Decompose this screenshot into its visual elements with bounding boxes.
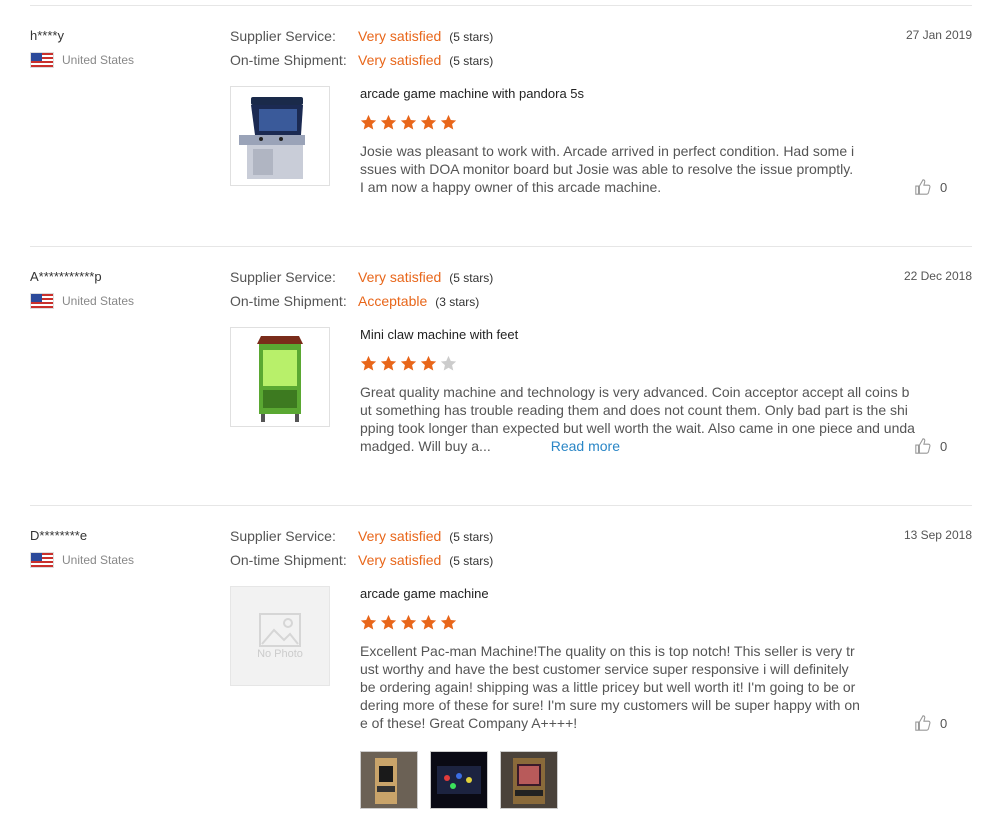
us-flag-icon <box>30 552 54 568</box>
like-count: 0 <box>940 438 948 454</box>
shipment-stars: (5 stars) <box>449 554 494 568</box>
supplier-service-row: Supplier Service: Very satisfied (5 star… <box>230 528 493 544</box>
shipment-stars: (5 stars) <box>449 54 494 68</box>
product-title[interactable]: Mini claw machine with feet <box>360 327 518 342</box>
arcade-photo-image <box>361 752 417 808</box>
country-name: United States <box>62 294 135 308</box>
star-filled-icon <box>400 114 417 130</box>
shipment-row: On-time Shipment: Very satisfied (5 star… <box>230 552 493 568</box>
like-button[interactable]: 0 <box>914 178 947 196</box>
star-filled-icon <box>360 355 377 371</box>
read-more-link[interactable]: Read more <box>551 438 620 454</box>
supplier-service-label: Supplier Service: <box>230 269 336 285</box>
like-button[interactable]: 0 <box>914 437 947 455</box>
review-text-body: Great quality machine and technology is … <box>360 384 915 454</box>
arcade-screen-image <box>501 752 557 808</box>
shipment-row: On-time Shipment: Acceptable (3 stars) <box>230 293 479 309</box>
review-text: Excellent Pac-man Machine!The quality on… <box>360 643 860 731</box>
image-placeholder-icon <box>259 613 301 647</box>
shipment-label: On-time Shipment: <box>230 293 347 309</box>
star-filled-icon <box>360 114 377 130</box>
supplier-service-label: Supplier Service: <box>230 28 336 44</box>
thumbs-up-icon <box>915 179 931 195</box>
star-filled-icon <box>440 114 457 130</box>
no-photo-label: No Photo <box>257 648 303 660</box>
product-thumbnail[interactable] <box>230 327 330 427</box>
rating-stars <box>360 614 457 631</box>
shipment-row: On-time Shipment: Very satisfied (5 star… <box>230 52 493 68</box>
product-title[interactable]: arcade game machine <box>360 586 489 601</box>
reviewer-country: United States <box>30 52 134 68</box>
shipment-value: Very satisfied <box>358 52 442 68</box>
review-divider <box>30 246 972 247</box>
shipment-value: Very satisfied <box>358 552 442 568</box>
product-title[interactable]: arcade game machine with pandora 5s <box>360 86 584 101</box>
like-count: 0 <box>940 715 948 731</box>
review-photo-gallery <box>360 751 558 809</box>
reviewer-country: United States <box>30 293 134 309</box>
shipment-label: On-time Shipment: <box>230 52 347 68</box>
reviewer-name: h****y <box>30 28 64 43</box>
star-filled-icon <box>400 355 417 371</box>
supplier-service-row: Supplier Service: Very satisfied (5 star… <box>230 269 493 285</box>
rating-stars <box>360 355 457 372</box>
supplier-service-label: Supplier Service: <box>230 528 336 544</box>
review-photo[interactable] <box>430 751 488 809</box>
thumbs-up-icon <box>915 438 931 454</box>
shipment-stars: (3 stars) <box>435 295 480 309</box>
like-button[interactable]: 0 <box>914 714 947 732</box>
star-filled-icon <box>420 114 437 130</box>
thumbs-up-icon <box>915 715 931 731</box>
star-filled-icon <box>380 614 397 630</box>
review-text: Josie was pleasant to work with. Arcade … <box>360 143 855 195</box>
reviewer-name: A***********p <box>30 269 102 284</box>
top-divider <box>30 5 972 6</box>
supplier-service-value: Very satisfied <box>358 269 442 285</box>
star-filled-icon <box>380 355 397 371</box>
star-empty-icon <box>440 355 457 371</box>
review-date: 22 Dec 2018 <box>903 269 972 283</box>
supplier-service-stars: (5 stars) <box>449 30 494 44</box>
star-filled-icon <box>440 614 457 630</box>
star-filled-icon <box>420 355 437 371</box>
us-flag-icon <box>30 52 54 68</box>
shipment-value: Acceptable <box>358 293 428 309</box>
arcade-cabinet-image <box>239 97 305 179</box>
review-photo[interactable] <box>500 751 558 809</box>
star-filled-icon <box>420 614 437 630</box>
star-filled-icon <box>360 614 377 630</box>
like-count: 0 <box>940 179 948 195</box>
review-photo[interactable] <box>360 751 418 809</box>
review-text: Great quality machine and technology is … <box>360 383 915 455</box>
claw-machine-image <box>257 336 303 422</box>
supplier-service-stars: (5 stars) <box>449 271 494 285</box>
review-divider <box>30 505 972 506</box>
product-thumbnail[interactable] <box>230 86 330 186</box>
supplier-service-row: Supplier Service: Very satisfied (5 star… <box>230 28 493 44</box>
reviewer-country: United States <box>30 552 134 568</box>
us-flag-icon <box>30 293 54 309</box>
arcade-controls-image <box>431 752 487 808</box>
country-name: United States <box>62 553 135 567</box>
rating-stars <box>360 114 457 131</box>
star-filled-icon <box>380 114 397 130</box>
supplier-service-value: Very satisfied <box>358 528 442 544</box>
country-name: United States <box>62 53 135 67</box>
shipment-label: On-time Shipment: <box>230 552 347 568</box>
supplier-service-stars: (5 stars) <box>449 530 494 544</box>
reviewer-name: D********e <box>30 528 88 543</box>
supplier-service-value: Very satisfied <box>358 28 442 44</box>
review-date: 13 Sep 2018 <box>903 528 972 542</box>
review-date: 27 Jan 2019 <box>905 28 972 42</box>
star-filled-icon <box>400 614 417 630</box>
no-photo-placeholder: No Photo <box>230 586 330 686</box>
